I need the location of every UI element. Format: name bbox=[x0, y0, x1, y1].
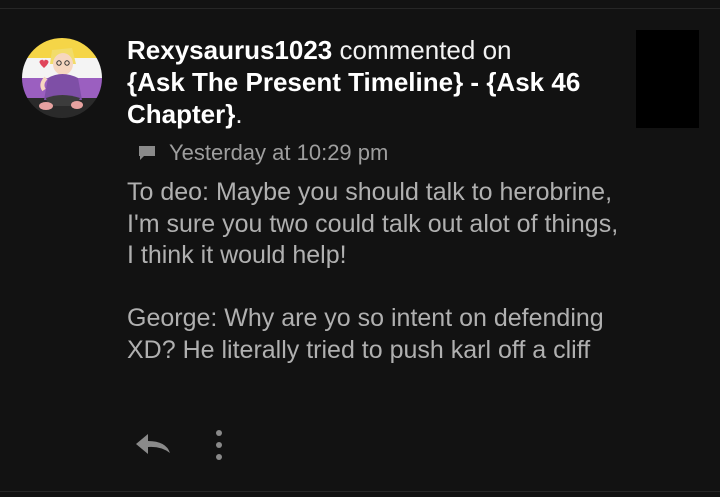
comment-paragraph-1: To deo: Maybe you should talk to herobri… bbox=[127, 178, 619, 269]
comment-paragraph-2: George: Why are yo so intent on defendin… bbox=[127, 304, 604, 364]
more-vertical-icon bbox=[216, 430, 222, 460]
reply-button[interactable] bbox=[130, 428, 176, 460]
comment-timestamp: Yesterday at 10:29 pm bbox=[169, 140, 389, 165]
comment-meta: Yesterday at 10:29 pm bbox=[138, 140, 388, 166]
reply-arrow-icon bbox=[136, 434, 170, 454]
avatar-illustration bbox=[22, 38, 102, 118]
action-text: commented on bbox=[339, 35, 512, 65]
chapter-link[interactable]: {Ask The Present Timeline} - {Ask 46 Cha… bbox=[127, 67, 580, 129]
top-divider bbox=[0, 8, 720, 9]
header-period: . bbox=[235, 99, 243, 129]
bottom-divider bbox=[0, 491, 720, 492]
user-avatar[interactable] bbox=[22, 38, 102, 118]
story-thumbnail[interactable] bbox=[636, 30, 699, 128]
more-options-button[interactable] bbox=[205, 426, 233, 464]
comment-body: To deo: Maybe you should talk to herobri… bbox=[127, 177, 627, 366]
comment-header: Rexysaurus1023 commented on {Ask The Pre… bbox=[127, 34, 607, 130]
username-link[interactable]: Rexysaurus1023 bbox=[127, 35, 332, 65]
comment-icon bbox=[138, 144, 156, 162]
